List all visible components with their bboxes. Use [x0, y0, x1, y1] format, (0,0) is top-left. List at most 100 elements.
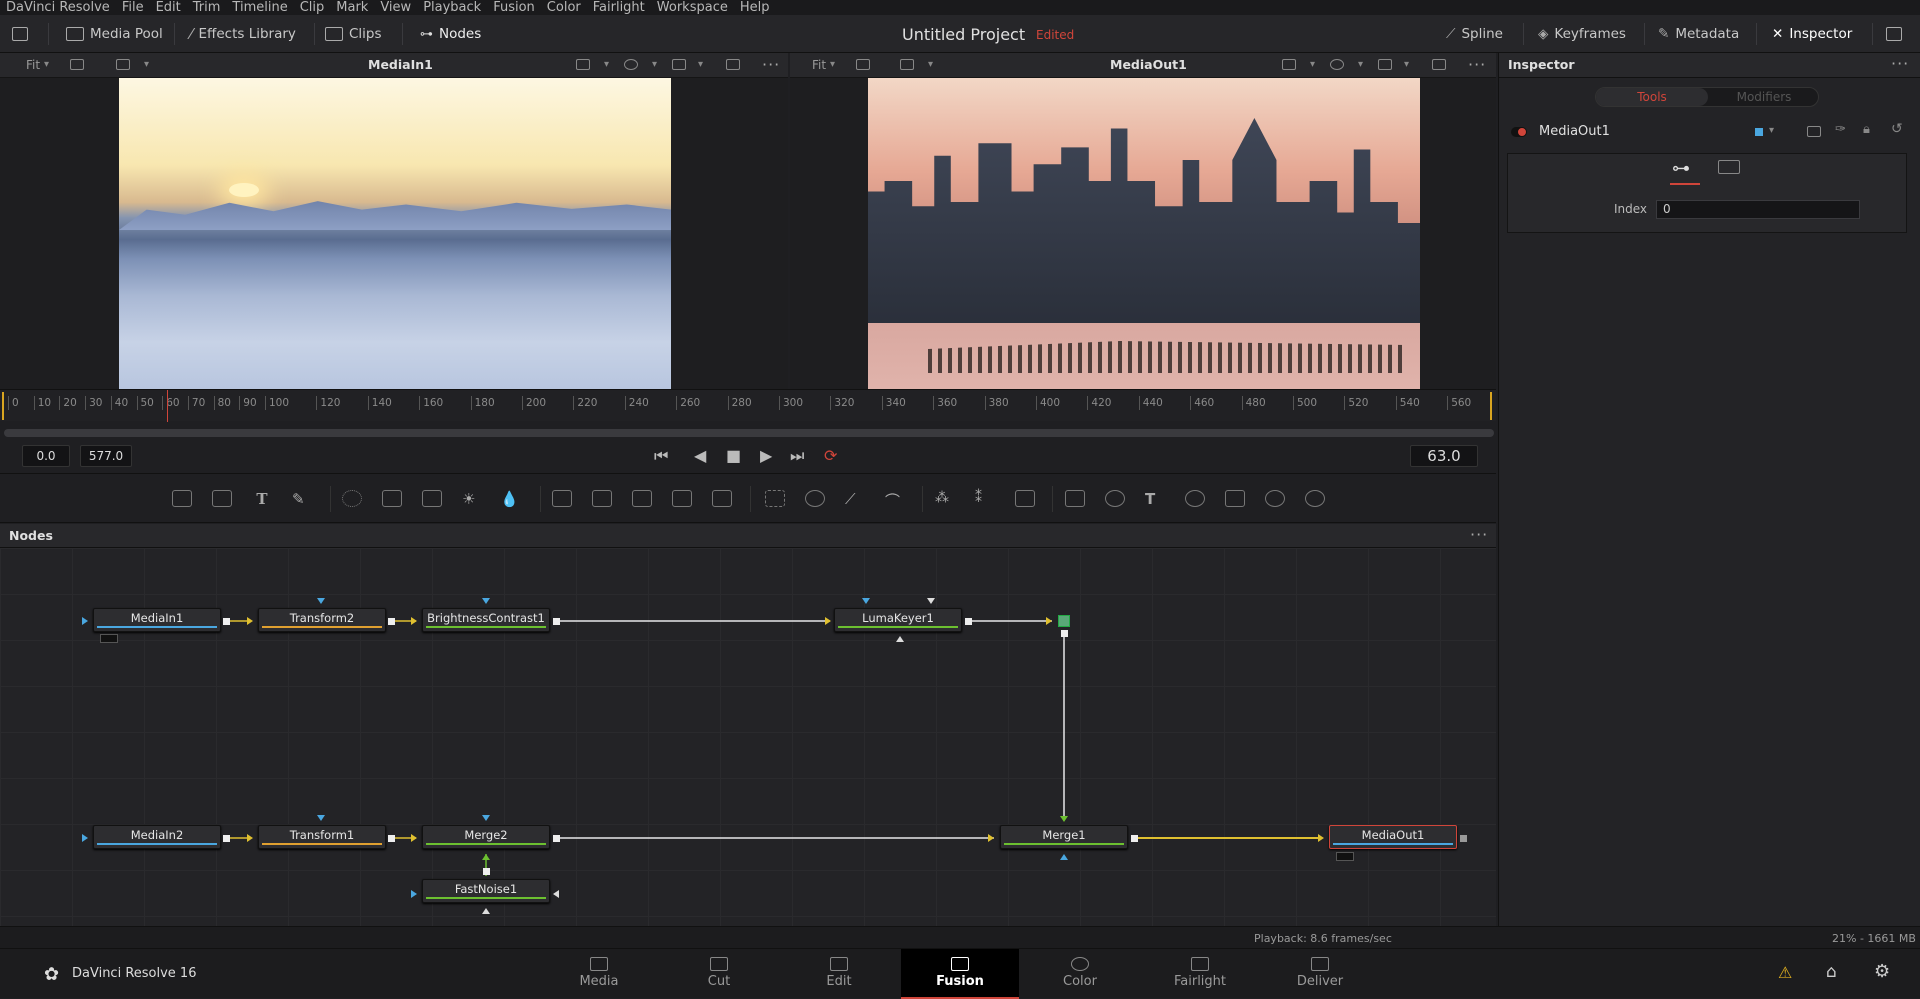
- particle-emitter-tool-icon[interactable]: ⁂: [935, 490, 955, 507]
- node-transform1[interactable]: Transform1: [258, 825, 386, 849]
- chevron-down-icon[interactable]: ▾: [604, 59, 609, 70]
- go-to-start-button[interactable]: ⏮: [654, 446, 668, 466]
- menu-fairlight[interactable]: Fairlight: [587, 0, 651, 15]
- viewer-right-fit[interactable]: Fit: [812, 58, 826, 72]
- color-icon[interactable]: [624, 59, 638, 70]
- play-reverse-button[interactable]: ◀: [694, 446, 706, 465]
- chevron-down-icon[interactable]: ▾: [652, 59, 657, 70]
- viewer-mode-icon[interactable]: [900, 59, 914, 70]
- chevron-down-icon[interactable]: ▾: [1310, 59, 1315, 70]
- matte-tool-icon[interactable]: [632, 490, 652, 507]
- roi-icon[interactable]: [576, 59, 590, 70]
- nodes-button[interactable]: ⊶ Nodes: [420, 21, 481, 47]
- menu-fusion[interactable]: Fusion: [487, 0, 541, 15]
- output-port[interactable]: [483, 868, 490, 875]
- page-deliver[interactable]: Deliver: [1261, 949, 1379, 999]
- shape-3d-tool-icon[interactable]: [1105, 490, 1125, 507]
- ellipse-mask-tool-icon[interactable]: [805, 490, 825, 507]
- chevron-down-icon[interactable]: ▾: [928, 59, 933, 70]
- menu-clip[interactable]: Clip: [294, 0, 331, 15]
- playhead[interactable]: [167, 390, 168, 422]
- node-mediaout1-preview-toggle[interactable]: [1336, 852, 1354, 861]
- text-tool-icon[interactable]: T: [252, 490, 272, 508]
- output-port[interactable]: [223, 618, 230, 625]
- menu-app[interactable]: DaVinci Resolve: [0, 0, 116, 15]
- node-merge2[interactable]: Merge2: [422, 825, 550, 849]
- inspector-button[interactable]: ✕ Inspector: [1772, 21, 1852, 47]
- color-correct-tool-icon[interactable]: [422, 490, 442, 507]
- color-curves-tool-icon[interactable]: [382, 490, 402, 507]
- pin-icon[interactable]: ✑: [1835, 122, 1846, 137]
- inspector-more-icon[interactable]: ···: [1891, 54, 1909, 73]
- viewer-right[interactable]: [790, 78, 1496, 389]
- aspect-icon[interactable]: [726, 59, 740, 70]
- common-controls-icon[interactable]: [1718, 160, 1740, 174]
- node-merge1[interactable]: Merge1: [1000, 825, 1128, 849]
- viewer-right-more-icon[interactable]: ···: [1468, 55, 1486, 74]
- clips-button[interactable]: Clips: [325, 21, 382, 47]
- home-icon[interactable]: ⌂: [1826, 962, 1837, 982]
- spline-button[interactable]: ⟋ Spline: [1446, 21, 1503, 47]
- camera-3d-tool-icon[interactable]: [1225, 490, 1245, 507]
- page-fairlight[interactable]: Fairlight: [1141, 949, 1259, 999]
- menu-file[interactable]: File: [116, 0, 150, 15]
- node-enable-toggle[interactable]: [1511, 127, 1527, 137]
- light-3d-tool-icon[interactable]: [1265, 490, 1285, 507]
- node-fastnoise1[interactable]: FastNoise1: [422, 879, 550, 903]
- renderer-3d-tool-icon[interactable]: [1305, 490, 1325, 507]
- node-color-swatch[interactable]: [1755, 128, 1763, 136]
- viewer-mode-icon[interactable]: [116, 59, 130, 70]
- loop-button[interactable]: ⟳: [824, 446, 837, 465]
- settings-gear-icon[interactable]: ⚙: [1874, 961, 1890, 982]
- node-mediain1[interactable]: MediaIn1: [93, 608, 221, 632]
- particle-style-tool-icon[interactable]: [1015, 490, 1035, 507]
- background-tool-icon[interactable]: [172, 490, 192, 507]
- reset-icon[interactable]: ↺: [1891, 121, 1903, 137]
- tab-modifiers[interactable]: Modifiers: [1708, 88, 1820, 106]
- menu-help[interactable]: Help: [734, 0, 776, 15]
- page-color[interactable]: Color: [1021, 949, 1139, 999]
- node-mediain1-preview-toggle[interactable]: [100, 634, 118, 643]
- dissolve-tool-icon[interactable]: [592, 490, 612, 507]
- chevron-down-icon[interactable]: ▾: [698, 59, 703, 70]
- time-scrollbar[interactable]: [4, 429, 1494, 437]
- particle-render-tool-icon[interactable]: ⁑: [975, 490, 995, 507]
- effects-library-button[interactable]: ⁄ Effects Library: [190, 21, 296, 47]
- image-plane-tool-icon[interactable]: [212, 490, 232, 507]
- blur-tool-icon[interactable]: 💧: [500, 490, 520, 508]
- aspect-icon[interactable]: [1432, 59, 1446, 70]
- menu-edit[interactable]: Edit: [150, 0, 187, 15]
- menu-playback[interactable]: Playback: [417, 0, 487, 15]
- output-port[interactable]: [965, 618, 972, 625]
- node-brightnesscontrast1[interactable]: BrightnessContrast1: [422, 608, 550, 632]
- page-edit[interactable]: Edit: [780, 949, 898, 999]
- node-transform2[interactable]: Transform2: [258, 608, 386, 632]
- chevron-down-icon[interactable]: ▾: [1358, 59, 1363, 70]
- render-start-field[interactable]: 0.0: [22, 445, 70, 467]
- bspline-mask-tool-icon[interactable]: ⌒: [885, 490, 905, 510]
- brightness-tool-icon[interactable]: ☀: [462, 490, 482, 508]
- index-field[interactable]: 0: [1656, 200, 1860, 219]
- rectangle-mask-tool-icon[interactable]: [765, 490, 785, 507]
- chevron-down-icon[interactable]: ▾: [44, 59, 49, 70]
- node-mediain2[interactable]: MediaIn2: [93, 825, 221, 849]
- output-port[interactable]: [1061, 630, 1068, 637]
- resize-tool-icon[interactable]: [672, 490, 692, 507]
- current-time-field[interactable]: 63.0: [1410, 445, 1478, 467]
- chevron-down-icon[interactable]: ▾: [144, 59, 149, 70]
- media-pool-button[interactable]: Media Pool: [66, 21, 163, 47]
- pipe-router[interactable]: [1058, 615, 1070, 627]
- viewer-left-more-icon[interactable]: ···: [762, 55, 780, 74]
- metadata-button[interactable]: ✎ Metadata: [1658, 21, 1739, 47]
- stop-button[interactable]: ■: [726, 446, 741, 465]
- menu-trim[interactable]: Trim: [187, 0, 227, 15]
- menu-timeline[interactable]: Timeline: [226, 0, 293, 15]
- nodes-more-icon[interactable]: ···: [1470, 525, 1488, 544]
- menu-mark[interactable]: Mark: [330, 0, 374, 15]
- viewer-left-fit[interactable]: Fit: [26, 58, 40, 72]
- grid-icon[interactable]: [1378, 59, 1392, 70]
- menu-workspace[interactable]: Workspace: [651, 0, 734, 15]
- tab-tools[interactable]: Tools: [1596, 88, 1708, 106]
- merge-tool-icon[interactable]: [552, 490, 572, 507]
- crop-tool-icon[interactable]: [712, 490, 732, 507]
